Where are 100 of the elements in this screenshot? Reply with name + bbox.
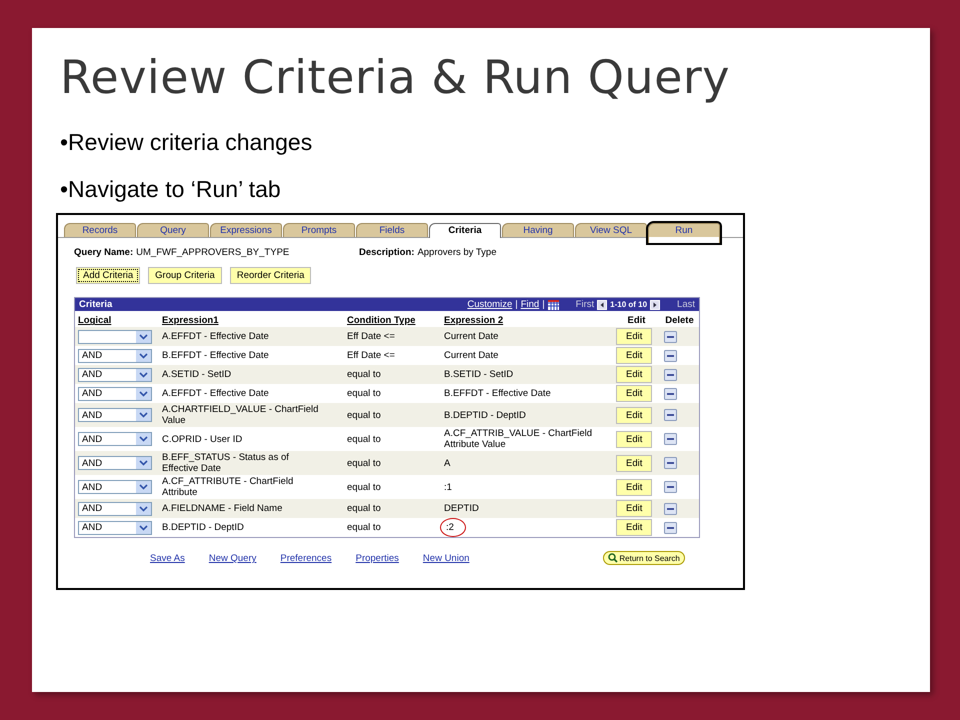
tab[interactable]: View SQL bbox=[575, 223, 647, 238]
edit-button[interactable]: Edit bbox=[616, 430, 652, 448]
action-button[interactable]: Add Criteria bbox=[76, 267, 140, 284]
search-icon bbox=[608, 553, 618, 564]
description-label: Description: bbox=[359, 247, 414, 258]
table-cell-text: A.CF_ATTRIBUTE - ChartField Attribute bbox=[162, 476, 294, 498]
table-cell: B.DEPTID - DeptID bbox=[444, 410, 526, 421]
grid-title: Criteria bbox=[79, 299, 112, 310]
bullet-text: •Review criteria changes bbox=[60, 129, 312, 157]
tab[interactable]: Expressions bbox=[210, 223, 282, 238]
table-cell: equal to bbox=[347, 482, 381, 493]
row-range: 1-10 of 10 bbox=[610, 300, 648, 310]
table-cell: Current Date bbox=[444, 350, 498, 362]
table-cell: equal to bbox=[347, 434, 381, 445]
tab[interactable]: Records bbox=[64, 223, 136, 238]
column-header: Delete bbox=[664, 314, 695, 328]
table-cell: B.EFFDT - Effective Date bbox=[162, 350, 269, 362]
delete-minus-icon[interactable] bbox=[664, 457, 677, 470]
table-cell: B.EFFDT - Effective Date bbox=[444, 388, 551, 400]
table-cell: B.DEPTID - DeptID bbox=[162, 522, 244, 534]
table-cell: A.EFFDT - Effective Date bbox=[162, 331, 269, 342]
logical-dropdown[interactable]: AND bbox=[78, 502, 152, 516]
column-header[interactable]: Condition Type bbox=[344, 311, 441, 328]
logical-dropdown[interactable]: AND bbox=[78, 408, 152, 422]
grid-link[interactable]: Customize bbox=[467, 299, 512, 310]
column-header[interactable]: Expression1 bbox=[159, 311, 344, 328]
edit-button[interactable]: Edit bbox=[616, 454, 652, 472]
logical-dropdown[interactable]: AND bbox=[78, 456, 152, 470]
slide-title: Review Criteria & Run Query bbox=[60, 50, 732, 106]
table-cell: Eff Date <= bbox=[347, 331, 395, 342]
edit-button[interactable]: Edit bbox=[616, 366, 652, 384]
delete-minus-icon[interactable] bbox=[664, 388, 677, 400]
delete-minus-icon[interactable] bbox=[664, 433, 677, 446]
table-cell: A bbox=[444, 458, 450, 469]
footer-link[interactable]: Save As bbox=[150, 552, 185, 564]
footer-link[interactable]: New Query bbox=[208, 552, 256, 564]
logical-dropdown[interactable]: AND bbox=[78, 348, 152, 363]
last-label: Last bbox=[677, 299, 695, 310]
logical-dropdown[interactable]: AND bbox=[78, 386, 152, 401]
table-cell-text: A.CHARTFIELD_VALUE - ChartField Value bbox=[162, 404, 320, 426]
edit-button[interactable]: Edit bbox=[616, 328, 652, 346]
table-cell: A.FIELDNAME - Field Name bbox=[162, 503, 282, 514]
logical-dropdown[interactable] bbox=[78, 330, 152, 344]
delete-minus-icon[interactable] bbox=[664, 350, 677, 362]
column-header[interactable]: Expression 2 bbox=[441, 311, 613, 328]
logical-dropdown[interactable]: AND bbox=[78, 520, 152, 535]
action-button[interactable]: Reorder Criteria bbox=[230, 267, 312, 284]
table-cell: equal to bbox=[347, 503, 381, 514]
tab[interactable]: Criteria bbox=[429, 223, 501, 238]
grid-link[interactable]: Find bbox=[520, 299, 540, 310]
table-cell: equal to bbox=[347, 458, 381, 469]
logical-dropdown[interactable]: AND bbox=[78, 368, 152, 382]
grid-icon[interactable] bbox=[548, 300, 559, 310]
edit-button[interactable]: Edit bbox=[616, 519, 652, 536]
tab[interactable]: Query bbox=[137, 223, 209, 238]
table-cell-text: B.EFF_STATUS - Status as of Effective Date bbox=[162, 452, 290, 474]
footer-link[interactable]: New Union bbox=[422, 552, 470, 564]
action-button[interactable]: Group Criteria bbox=[148, 267, 222, 284]
table-cell: B.SETID - SetID bbox=[444, 369, 514, 380]
logical-dropdown[interactable]: AND bbox=[78, 432, 152, 446]
tab[interactable]: Having bbox=[502, 223, 574, 238]
table-cell: :1 bbox=[444, 482, 452, 493]
table-cell: A.SETID - SetID bbox=[162, 369, 232, 380]
separator-text: | bbox=[515, 299, 518, 310]
delete-minus-icon[interactable] bbox=[664, 330, 677, 343]
description-value: Approvers by Type bbox=[417, 247, 496, 258]
query-name-value: UM_FWF_APPROVERS_BY_TYPE bbox=[136, 247, 290, 258]
logical-dropdown[interactable]: AND bbox=[78, 480, 152, 494]
bullet-text: •Navigate to ‘Run’ tab bbox=[60, 176, 281, 204]
return-to-search-button[interactable]: Return to Search bbox=[603, 551, 685, 566]
footer-link[interactable]: Properties bbox=[356, 552, 399, 564]
table-cell: equal to bbox=[347, 388, 381, 400]
first-label: First bbox=[576, 299, 594, 310]
edit-button[interactable]: Edit bbox=[616, 347, 652, 364]
table-cell: Eff Date <= bbox=[347, 350, 395, 362]
table-cell: DEPTID bbox=[444, 503, 479, 514]
delete-minus-icon[interactable] bbox=[664, 502, 677, 515]
table-cell: equal to bbox=[347, 410, 381, 421]
table-cell: A.EFFDT - Effective Date bbox=[162, 388, 269, 400]
delete-minus-icon[interactable] bbox=[664, 522, 677, 534]
table-cell-text: A.CF_ATTRIB_VALUE - ChartField Attribute Value bbox=[444, 428, 593, 450]
separator-text: | bbox=[542, 299, 545, 310]
column-header: Edit bbox=[626, 314, 646, 328]
edit-button[interactable]: Edit bbox=[616, 406, 652, 424]
table-cell: equal to bbox=[347, 522, 381, 534]
table-cell: equal to bbox=[347, 369, 381, 380]
delete-minus-icon[interactable] bbox=[664, 481, 677, 494]
edit-button[interactable]: Edit bbox=[616, 385, 652, 402]
tab[interactable]: Fields bbox=[356, 223, 428, 238]
query-name-label: Query Name: bbox=[74, 247, 134, 258]
delete-minus-icon[interactable] bbox=[664, 409, 677, 422]
edit-button[interactable]: Edit bbox=[616, 478, 652, 496]
table-cell: Current Date bbox=[444, 331, 498, 342]
table-cell: C.OPRID - User ID bbox=[162, 434, 242, 445]
edit-button[interactable]: Edit bbox=[616, 500, 652, 518]
footer-link[interactable]: Preferences bbox=[280, 552, 332, 564]
delete-minus-icon[interactable] bbox=[664, 368, 677, 381]
column-header[interactable]: Logical bbox=[75, 311, 159, 328]
tab[interactable]: Run bbox=[648, 223, 720, 244]
tab[interactable]: Prompts bbox=[283, 223, 355, 238]
